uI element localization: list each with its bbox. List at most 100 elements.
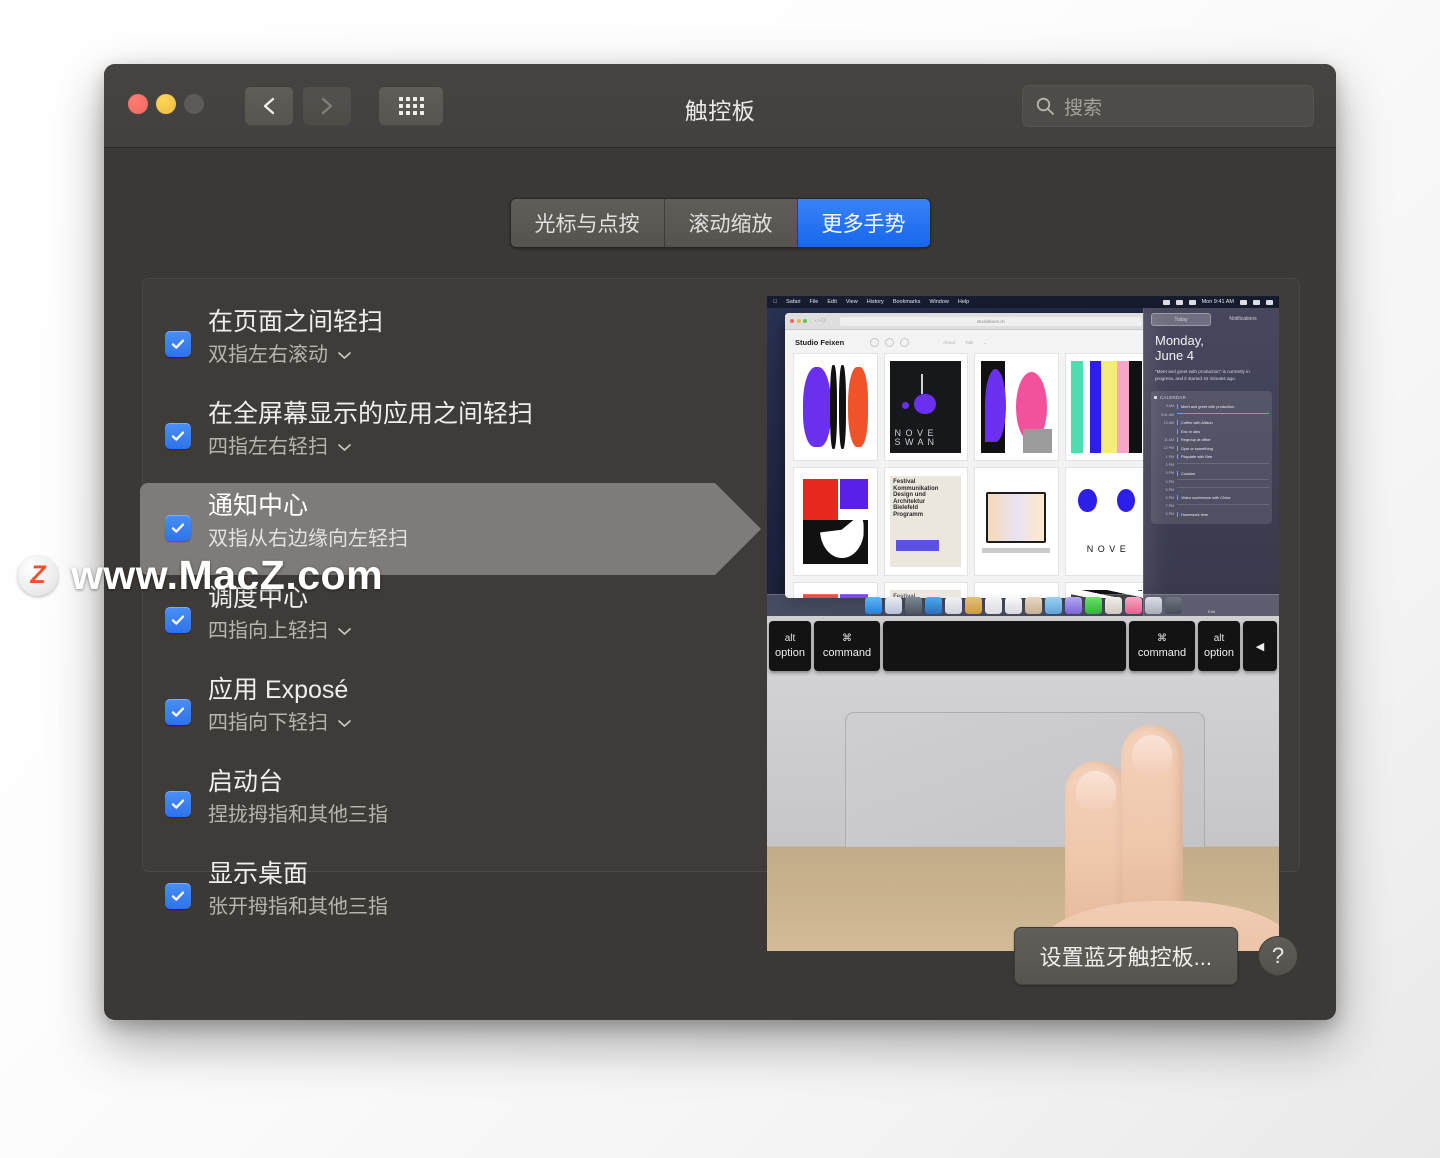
nc-event-time: 10 AM: [1163, 420, 1174, 425]
gesture-option-menu[interactable]: 四指左右轻扫: [208, 434, 533, 460]
menu-item-window: Window: [925, 299, 949, 305]
gesture-subtitle: 双指从右边缘向左轻扫: [208, 528, 408, 551]
checkmark-icon: [171, 431, 185, 441]
nc-event-empty: [1177, 479, 1269, 481]
tab-point-and-click[interactable]: 光标与点按: [510, 199, 665, 247]
gesture-option-menu[interactable]: 四指向下轻扫: [208, 710, 352, 736]
checkbox-wrap: [165, 397, 191, 449]
search-field[interactable]: 搜索: [1022, 85, 1314, 127]
calendar-dot-icon: [1154, 395, 1157, 399]
key-option-label: option: [775, 647, 805, 659]
key-arrow-left: ◀: [1243, 621, 1277, 671]
help-button[interactable]: ?: [1258, 936, 1298, 976]
gesture-row-app-expose[interactable]: 应用 Exposé 四指向下轻扫: [165, 665, 745, 757]
preview-desktop:  Safari File Edit View History Bookmark…: [767, 296, 1279, 616]
gesture-option-menu[interactable]: 四指向上轻扫: [208, 618, 352, 644]
dock-numbers-icon[interactable]: [1124, 597, 1142, 614]
nc-event: Eric in labs: [1154, 428, 1269, 434]
nc-event-label: Meet and greet with production: [1177, 403, 1269, 409]
nc-event-time: 11 AM: [1164, 437, 1174, 442]
nc-event-label: Coffee with Allison: [1177, 420, 1269, 426]
nc-event-empty: [1177, 462, 1269, 464]
gesture-row-swipe-between-pages[interactable]: 在页面之间轻扫 双指左右滚动: [165, 297, 745, 389]
dock-photos-icon[interactable]: [944, 597, 962, 614]
safari-address-bar: studiofeixen.ch: [839, 316, 1142, 326]
set-up-bluetooth-trackpad-button[interactable]: 设置蓝牙触控板...: [1013, 927, 1238, 985]
dock-calendar-icon[interactable]: [1004, 597, 1022, 614]
gesture-texts: 在页面之间轻扫 双指左右滚动: [208, 305, 383, 368]
nc-date-weekday: Monday,: [1155, 333, 1204, 348]
gesture-title: 显示桌面: [208, 860, 309, 888]
gesture-option-menu[interactable]: 双指左右滚动: [208, 342, 383, 368]
gesture-title: 在全屏幕显示的应用之间轻扫: [208, 400, 534, 428]
nc-event-label: Homework time: [1177, 511, 1269, 517]
nc-event-time: 12 PM: [1163, 446, 1174, 451]
gesture-row-mission-control[interactable]: 调度中心 四指向上轻扫: [165, 573, 745, 665]
nc-event-empty: [1177, 487, 1269, 489]
dock-finder-icon[interactable]: [864, 597, 882, 614]
gesture-row-show-desktop[interactable]: 显示桌面 张开拇指和其他三指: [165, 849, 745, 941]
dock-pages-icon[interactable]: [1104, 597, 1122, 614]
artwork-laptop: [980, 475, 1052, 568]
nc-date: Monday, June 4: [1155, 333, 1272, 363]
menu-item-file: File: [805, 299, 819, 305]
dock-rocket-icon[interactable]: [904, 597, 922, 614]
nc-widget-title: CALENDAR: [1160, 394, 1187, 400]
nc-summary-text: "Meet and greet with production" is curr…: [1155, 369, 1250, 381]
dock-reminders-icon[interactable]: [984, 597, 1002, 614]
gesture-row-launchpad[interactable]: 启动台 捏拢拇指和其他三指: [165, 757, 745, 849]
nc-event-time: 5 PM: [1165, 495, 1174, 500]
nc-tab-notifications[interactable]: Notifications: [1214, 313, 1272, 326]
gesture-title: 在页面之间轻扫: [208, 308, 384, 336]
portfolio-card: [793, 467, 878, 576]
gesture-title: 通知中心: [208, 492, 309, 520]
nc-event-label: Gym or something: [1177, 445, 1269, 451]
gesture-title: 启动台: [208, 768, 284, 796]
dock-maps-icon[interactable]: [1044, 597, 1062, 614]
dock-notes-icon[interactable]: [964, 597, 982, 614]
dock-music-icon[interactable]: [1064, 597, 1082, 614]
nc-widget-title-row: CALENDAR: [1154, 395, 1269, 400]
dock-safari-icon[interactable]: [924, 597, 942, 614]
gesture-row-swipe-between-fullscreen-apps[interactable]: 在全屏幕显示的应用之间轻扫 四指左右轻扫: [165, 389, 745, 481]
tab-more-gestures[interactable]: 更多手势: [797, 199, 930, 247]
checkbox-checked-icon[interactable]: [165, 699, 191, 725]
checkbox-checked-icon[interactable]: [165, 791, 191, 817]
dock-contacts-icon[interactable]: [1024, 597, 1042, 614]
checkbox-checked-icon[interactable]: [165, 883, 191, 909]
command-symbol-icon: ⌘: [1157, 633, 1167, 644]
portfolio-card: FestivalKommunikationDesign undArchitekt…: [883, 467, 968, 576]
checkbox-checked-icon[interactable]: [165, 607, 191, 633]
checkbox-checked-icon[interactable]: [165, 515, 191, 541]
portfolio-card: N O V E: [1064, 467, 1149, 576]
artwork-r-pink: [980, 361, 1052, 453]
gesture-subtitle-wrap: 捏拢拇指和其他三指: [208, 802, 388, 828]
nc-event: 7 PM: [1154, 503, 1269, 508]
artwork-strokes: [799, 361, 871, 453]
tab-bar: 光标与点按 滚动缩放 更多手势: [104, 198, 1336, 248]
gesture-subtitle: 四指向上轻扫: [208, 620, 328, 643]
dock-settings-icon[interactable]: [1164, 597, 1182, 614]
checkbox-checked-icon[interactable]: [165, 331, 191, 357]
portfolio-card: [974, 467, 1059, 576]
dock-messages-icon[interactable]: [1084, 597, 1102, 614]
window-titlebar: 触控板 搜索: [104, 64, 1336, 148]
checkmark-icon: [171, 523, 185, 533]
gestures-panel: 在页面之间轻扫 双指左右滚动 在全屏幕显示的应用之间轻扫 四指左右轻扫 通知中心…: [140, 278, 1300, 951]
nc-event-time: 5 PM: [1165, 487, 1174, 492]
nc-event-time: 3 PM: [1165, 471, 1174, 476]
dock-launchpad-icon[interactable]: [884, 597, 902, 614]
menubar-clock: Mon 9:41 AM: [1201, 299, 1234, 305]
gesture-row-notification-center[interactable]: 通知中心 双指从右边缘向左轻扫: [140, 481, 761, 575]
nc-event-label: Regroup at office: [1177, 437, 1269, 443]
menu-item-view: View: [841, 299, 858, 305]
checkbox-checked-icon[interactable]: [165, 423, 191, 449]
wifi-icon: [1162, 299, 1170, 305]
key-alt-label: alt: [784, 633, 796, 644]
tab-scroll-zoom[interactable]: 滚动缩放: [664, 199, 798, 247]
nc-tab-today[interactable]: Today: [1151, 313, 1211, 326]
nc-event-time: 9:41 AM: [1160, 412, 1174, 417]
gesture-texts: 在全屏幕显示的应用之间轻扫 四指左右轻扫: [208, 397, 533, 460]
safari-nav-icons: ‹ › ☐: [815, 318, 826, 324]
dock-keynote-icon[interactable]: [1144, 597, 1162, 614]
